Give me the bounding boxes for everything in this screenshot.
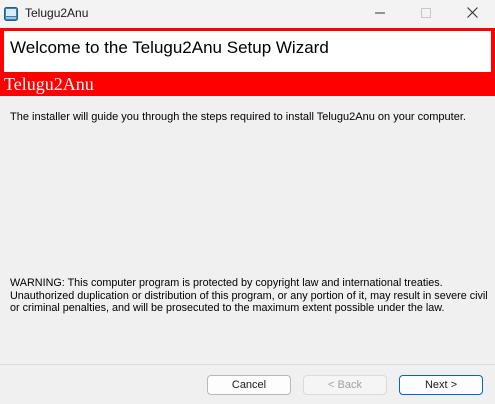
maximize-button[interactable] xyxy=(403,0,449,28)
brand-label: Telugu2Anu xyxy=(4,74,94,94)
intro-text: The installer will guide you through the… xyxy=(10,111,466,123)
window-title: Telugu2Anu xyxy=(25,6,89,20)
close-button[interactable] xyxy=(449,0,495,28)
installer-icon xyxy=(4,7,18,21)
title-bar[interactable]: Telugu2Anu xyxy=(0,0,495,28)
next-button[interactable]: Next > xyxy=(399,375,483,395)
maximize-icon xyxy=(421,5,431,23)
close-icon xyxy=(466,5,478,23)
back-button[interactable]: < Back xyxy=(303,375,387,395)
minimize-icon xyxy=(375,5,385,23)
cancel-button[interactable]: Cancel xyxy=(207,375,291,395)
button-bar-divider xyxy=(0,364,495,365)
copyright-warning: WARNING: This computer program is protec… xyxy=(10,277,488,314)
wizard-title: Welcome to the Telugu2Anu Setup Wizard xyxy=(10,38,329,57)
minimize-button[interactable] xyxy=(357,0,403,28)
